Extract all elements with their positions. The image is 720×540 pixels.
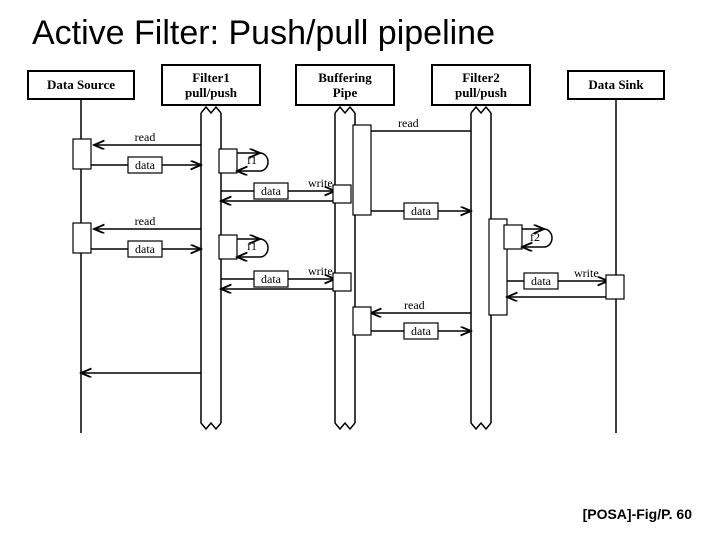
svg-text:data: data	[135, 158, 156, 172]
svg-text:f1: f1	[247, 239, 257, 253]
svg-text:data: data	[261, 272, 282, 286]
svg-text:read: read	[398, 116, 419, 130]
msg-f1-write-2: data write	[221, 264, 351, 291]
svg-text:data: data	[531, 274, 552, 288]
lifeline-filter1: Filter1 pull/push	[162, 65, 260, 429]
svg-text:f2: f2	[530, 230, 540, 244]
msg-f1-data-1: data	[91, 157, 201, 173]
svg-text:data: data	[261, 184, 282, 198]
svg-text:Buffering: Buffering	[318, 70, 372, 85]
activation-f2: f2	[489, 219, 552, 315]
svg-text:data: data	[135, 242, 156, 256]
svg-text:Pipe: Pipe	[333, 85, 358, 100]
svg-text:pull/push: pull/push	[185, 85, 238, 100]
svg-text:read: read	[135, 130, 156, 144]
svg-text:data: data	[411, 204, 432, 218]
svg-text:read: read	[404, 298, 425, 312]
lifeline-buffering-pipe: Buffering Pipe	[296, 65, 394, 429]
svg-text:pull/push: pull/push	[455, 85, 508, 100]
page-title: Active Filter: Push/pull pipeline	[0, 0, 720, 53]
svg-text:read: read	[135, 214, 156, 228]
svg-text:Data Sink: Data Sink	[588, 77, 644, 92]
lifeline-data-sink: Data Sink	[568, 71, 664, 433]
figure-citation: [POSA]-Fig/P. 60	[583, 506, 692, 522]
msg-f1-data-2: data	[91, 241, 201, 257]
sequence-diagram: Data Source Filter1 pull/push Buffering …	[0, 53, 720, 473]
msg-f2-read-2: read data	[353, 298, 471, 339]
svg-text:write: write	[574, 266, 599, 280]
activation-f1-2: f1	[219, 235, 268, 259]
svg-text:Filter2: Filter2	[462, 70, 500, 85]
svg-text:data: data	[411, 324, 432, 338]
svg-text:Data Source: Data Source	[47, 77, 115, 92]
svg-text:Filter1: Filter1	[192, 70, 230, 85]
svg-text:write: write	[308, 176, 333, 190]
msg-f2-write: data write	[507, 266, 624, 299]
svg-text:f1: f1	[247, 153, 257, 167]
activation-f1-1: f1	[219, 149, 268, 173]
msg-f1-write-1: data write	[221, 176, 351, 203]
svg-text:write: write	[308, 264, 333, 278]
msg-f2-read-1: read data	[353, 116, 471, 219]
